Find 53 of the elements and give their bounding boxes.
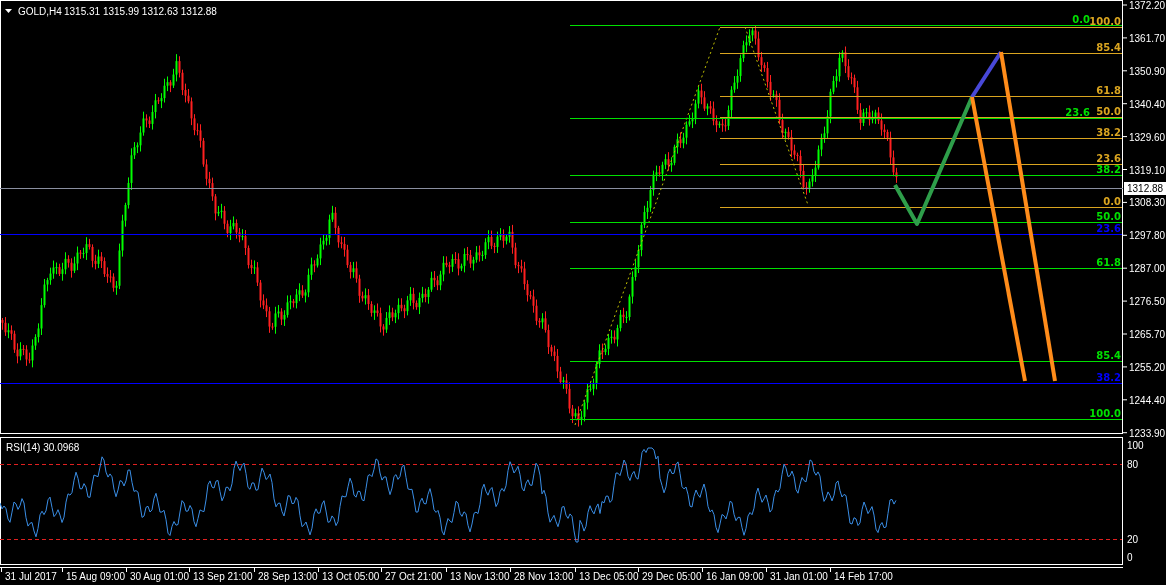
fib-level-label: 38.2 xyxy=(1096,164,1121,175)
price-axis-label: 1297.80 xyxy=(1129,230,1166,242)
fib-level-label: 100.0 xyxy=(1089,16,1121,27)
time-axis-label: 28 Nov 13:00 xyxy=(514,571,574,582)
price-axis-label: 1265.70 xyxy=(1129,329,1166,340)
time-axis-label: 13 Dec 05:00 xyxy=(579,571,639,582)
time-axis-label: 28 Sep 13:00 xyxy=(258,571,318,582)
fib-level-label: 23.6 xyxy=(1096,223,1121,234)
time-axis-label: 31 Jan 01:00 xyxy=(770,571,828,582)
price-axis-label: 1361.70 xyxy=(1129,32,1166,44)
time-axis-label: 13 Oct 05:00 xyxy=(322,571,380,582)
fib-level-label: 0.0 xyxy=(1103,196,1121,207)
quote-text: 1315.31 1315.99 1312.63 1312.88 xyxy=(64,6,217,17)
price-axis-label: 1319.10 xyxy=(1129,164,1166,176)
rsi-axis-label: 80 xyxy=(1127,459,1139,470)
time-axis-label: 31 Jul 2017 xyxy=(5,571,57,582)
rsi-axis-label: 0 xyxy=(1127,552,1133,563)
fib-level-label: 100.0 xyxy=(1089,408,1121,419)
fib-level-label: 50.0 xyxy=(1096,211,1121,222)
price-axis-label: 1287.00 xyxy=(1129,263,1166,275)
fib-level-label: 38.2 xyxy=(1096,127,1121,138)
time-axis-label: 15 Aug 09:00 xyxy=(66,571,125,582)
fib-level-label: 61.8 xyxy=(1096,85,1121,96)
price-axis-label: 1340.40 xyxy=(1129,98,1166,110)
time-axis-label: 14 Feb 17:00 xyxy=(834,571,893,582)
rsi-axis-label: 20 xyxy=(1127,534,1139,545)
current-price-label: 1312.88 xyxy=(1124,182,1166,195)
fib-level-label: 0.0 xyxy=(1072,14,1090,25)
fib-level-label: 50.0 xyxy=(1096,106,1121,117)
indicator-title: RSI(14) 30.0968 xyxy=(6,442,80,453)
price-axis-label: 1244.40 xyxy=(1129,394,1166,406)
time-axis-label: 27 Oct 21:00 xyxy=(385,571,443,582)
fib-level-label: 23.6 xyxy=(1096,153,1121,164)
price-axis-label: 1329.60 xyxy=(1129,131,1166,143)
fib-level-label: 85.4 xyxy=(1096,350,1121,361)
price-axis-label: 1372.20 xyxy=(1129,0,1166,11)
fib-level-label: 61.8 xyxy=(1096,257,1121,268)
price-axis-label: 1255.20 xyxy=(1129,361,1166,373)
price-axis-label: 1276.50 xyxy=(1129,296,1166,308)
fib-level-label: 38.2 xyxy=(1096,372,1121,383)
fib-level-label: 85.4 xyxy=(1096,42,1121,53)
symbol-label: GOLD,H4 xyxy=(18,6,62,17)
time-axis-label: 29 Dec 05:00 xyxy=(642,571,702,582)
fib-level-label: 23.6 xyxy=(1065,107,1090,118)
time-axis-label: 16 Jan 09:00 xyxy=(706,571,764,582)
rsi-axis-label: 100 xyxy=(1127,440,1144,451)
time-axis-label: 13 Nov 13:00 xyxy=(450,571,510,582)
dropdown-icon[interactable] xyxy=(5,9,12,13)
time-axis-label: 13 Sep 21:00 xyxy=(193,571,253,582)
time-axis-label: 30 Aug 01:00 xyxy=(130,571,189,582)
price-axis-label: 1350.90 xyxy=(1129,65,1166,77)
price-axis-label: 1233.90 xyxy=(1129,427,1166,439)
price-axis-label: 1308.30 xyxy=(1129,197,1166,209)
